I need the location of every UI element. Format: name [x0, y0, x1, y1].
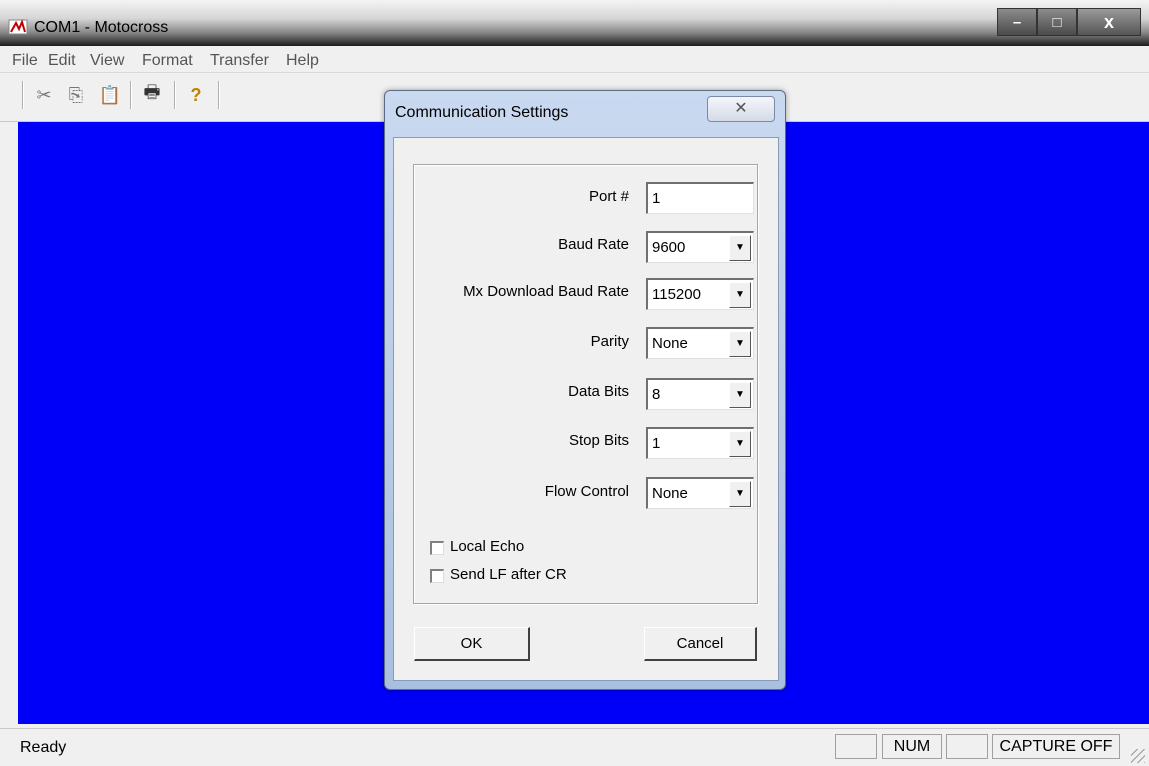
dialog-title: Communication Settings [395, 104, 569, 121]
local-echo-label[interactable]: Local Echo [450, 538, 524, 555]
maximize-button[interactable]: □ [1037, 8, 1077, 36]
status-pane [946, 734, 988, 759]
local-echo-checkbox[interactable] [430, 541, 444, 555]
dialog-close-button[interactable]: ✕ [707, 96, 775, 122]
flow-control-value: None [652, 485, 688, 502]
toolbar-separator [218, 81, 220, 109]
data-bits-select[interactable]: 8 ▼ [646, 378, 754, 410]
stop-bits-label: Stop Bits [568, 432, 629, 449]
minimize-button[interactable]: – [997, 8, 1037, 36]
send-lf-after-cr-label[interactable]: Send LF after CR [450, 566, 567, 583]
communication-settings-dialog: Communication Settings ✕ Port # 1 Baud R… [384, 90, 786, 690]
port-label: Port # [588, 188, 629, 205]
flow-control-select[interactable]: None ▼ [646, 477, 754, 509]
title-bar[interactable]: COM1 - Motocross – □ x [0, 0, 1149, 46]
close-icon: ✕ [734, 100, 748, 117]
cut-icon[interactable]: ✂ [32, 83, 56, 107]
toolbar-separator [130, 81, 132, 109]
chevron-down-icon[interactable]: ▼ [729, 282, 751, 308]
menu-view[interactable]: View [90, 52, 124, 70]
mx-download-baud-rate-label: Mx Download Baud Rate [463, 283, 629, 300]
flow-control-label: Flow Control [544, 483, 629, 500]
chevron-down-icon[interactable]: ▼ [729, 235, 751, 261]
port-input[interactable]: 1 [646, 182, 754, 214]
send-lf-after-cr-checkbox[interactable] [430, 569, 444, 583]
help-icon[interactable]: ? [184, 83, 208, 107]
chevron-down-icon[interactable]: ▼ [729, 382, 751, 408]
parity-select[interactable]: None ▼ [646, 327, 754, 359]
parity-value: None [652, 335, 688, 352]
paste-icon[interactable]: 📋 [98, 83, 122, 107]
ok-button[interactable]: OK [414, 627, 530, 661]
mx-download-baud-rate-select[interactable]: 115200 ▼ [646, 278, 754, 310]
resize-grip[interactable] [1131, 749, 1145, 763]
baud-rate-select[interactable]: 9600 ▼ [646, 231, 754, 263]
num-lock-indicator: NUM [882, 734, 942, 759]
parity-label: Parity [590, 333, 629, 350]
toolbar-separator [22, 81, 24, 109]
stop-bits-select[interactable]: 1 ▼ [646, 427, 754, 459]
menu-bar: File Edit View Format Transfer Help [0, 50, 1149, 73]
status-bar: Ready NUM CAPTURE OFF [0, 728, 1149, 766]
menu-edit[interactable]: Edit [48, 52, 76, 70]
chevron-down-icon[interactable]: ▼ [729, 331, 751, 357]
chevron-down-icon[interactable]: ▼ [729, 481, 751, 507]
capture-indicator: CAPTURE OFF [992, 734, 1120, 759]
data-bits-label: Data Bits [568, 383, 629, 400]
chevron-down-icon[interactable]: ▼ [729, 431, 751, 457]
baud-rate-label: Baud Rate [558, 236, 629, 253]
stop-bits-value: 1 [652, 435, 661, 452]
settings-group: Port # 1 Baud Rate 9600 ▼ Mx Download Ba… [413, 164, 758, 604]
copy-icon[interactable]: ⎘ [64, 83, 88, 107]
menu-file[interactable]: File [12, 52, 38, 70]
print-icon[interactable]: 🖶 [140, 82, 164, 107]
dialog-body: Port # 1 Baud Rate 9600 ▼ Mx Download Ba… [393, 137, 779, 681]
window-title: COM1 - Motocross [34, 19, 169, 36]
window-controls: – □ x [997, 8, 1141, 36]
menu-transfer[interactable]: Transfer [210, 52, 269, 70]
menu-help[interactable]: Help [286, 52, 319, 70]
toolbar-separator [174, 81, 176, 109]
app-icon [8, 19, 28, 35]
status-text: Ready [20, 739, 67, 756]
data-bits-value: 8 [652, 386, 661, 403]
menu-format[interactable]: Format [142, 52, 193, 70]
mx-download-baud-rate-value: 115200 [652, 286, 701, 303]
baud-rate-value: 9600 [652, 239, 686, 256]
close-button[interactable]: x [1077, 8, 1141, 36]
status-pane [835, 734, 877, 759]
cancel-button[interactable]: Cancel [644, 627, 757, 661]
